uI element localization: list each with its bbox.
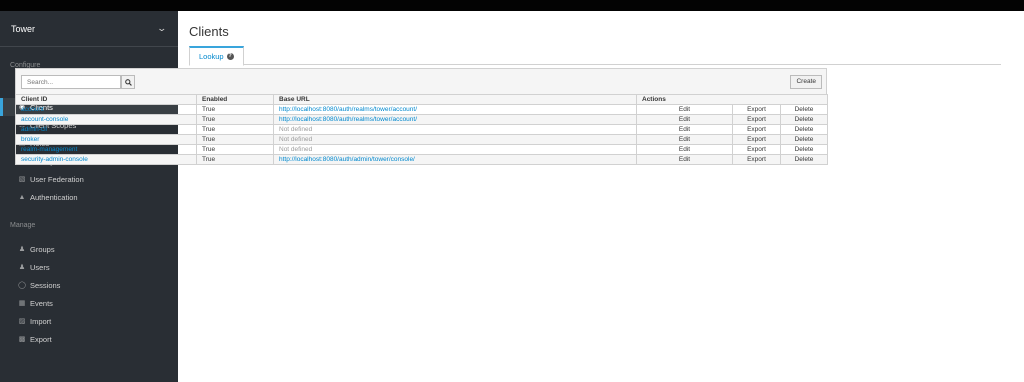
help-icon[interactable]: ? bbox=[226, 53, 234, 60]
export-button[interactable]: Export bbox=[732, 134, 781, 145]
base-url-cell: Not defined bbox=[273, 124, 637, 135]
export-button[interactable]: Export bbox=[732, 144, 781, 155]
sidebar-item-export[interactable]: ▩ Export bbox=[0, 330, 178, 348]
delete-button[interactable]: Delete bbox=[779, 124, 829, 135]
import-icon: ▨ bbox=[18, 318, 26, 325]
export-button[interactable]: Export bbox=[732, 104, 781, 115]
enabled-cell: True bbox=[196, 104, 274, 115]
enabled-cell: True bbox=[196, 154, 274, 165]
export-icon: ▩ bbox=[18, 336, 26, 343]
column-header-client-id: Client ID bbox=[15, 94, 197, 105]
edit-button[interactable]: Edit bbox=[636, 154, 733, 165]
export-button[interactable]: Export bbox=[732, 154, 781, 165]
top-navbar bbox=[0, 0, 1024, 11]
client-id-link[interactable]: admin-cli bbox=[15, 124, 197, 135]
enabled-cell: True bbox=[196, 134, 274, 145]
sidebar-item-groups[interactable]: ♟ Groups bbox=[0, 240, 178, 258]
search-button[interactable] bbox=[121, 75, 135, 89]
lock-icon: ▲ bbox=[18, 193, 26, 201]
sidebar-item-label: Sessions bbox=[30, 280, 61, 290]
sidebar-item-label: Export bbox=[30, 334, 52, 344]
table-row: account-console True http://localhost:8080… bbox=[15, 114, 829, 125]
export-button[interactable]: Export bbox=[732, 124, 781, 135]
client-id-link[interactable]: account bbox=[15, 104, 197, 115]
sidebar-item-label: Import bbox=[30, 316, 52, 326]
sidebar-item-label: Authentication bbox=[30, 192, 78, 202]
column-header-actions: Actions bbox=[635, 94, 829, 105]
table-toolbar: Create bbox=[15, 68, 827, 94]
edit-button[interactable]: Edit bbox=[636, 114, 733, 125]
enabled-cell: True bbox=[196, 124, 274, 135]
column-header-enabled: Enabled bbox=[196, 94, 274, 105]
delete-button[interactable]: Delete bbox=[779, 134, 829, 145]
table-row: security-admin-console True http://localho… bbox=[15, 154, 829, 165]
client-id-link[interactable]: realm-management bbox=[15, 144, 197, 155]
export-button[interactable]: Export bbox=[732, 114, 781, 125]
sidebar-item-label: User Federation bbox=[30, 174, 84, 184]
user-icon: ♟ bbox=[18, 264, 26, 271]
client-id-link[interactable]: account-console bbox=[15, 114, 197, 125]
base-url-cell[interactable]: http://localhost:8080/auth/admin/tower/c… bbox=[273, 154, 637, 165]
calendar-icon: ▦ bbox=[18, 300, 26, 307]
tab-bar: Lookup ? bbox=[189, 46, 1001, 66]
delete-button[interactable]: Delete bbox=[779, 144, 829, 155]
edit-button[interactable]: Edit bbox=[636, 124, 733, 135]
client-id-link[interactable]: security-admin-console bbox=[15, 154, 197, 165]
sidebar-item-authentication[interactable]: ▲ Authentication bbox=[0, 188, 178, 206]
realm-selector[interactable]: Tower ⌄ bbox=[0, 11, 178, 47]
tab-lookup[interactable]: Lookup ? bbox=[189, 46, 244, 66]
page-title: Clients bbox=[189, 24, 229, 39]
sidebar-item-sessions[interactable]: ◯ Sessions bbox=[0, 276, 178, 294]
sidebar: Tower ⌄ Configure ☰Realm Settings◉Client… bbox=[0, 11, 178, 382]
base-url-cell: Not defined bbox=[273, 134, 637, 145]
delete-button[interactable]: Delete bbox=[779, 104, 829, 115]
sidebar-item-user-federation[interactable]: ▧ User Federation bbox=[0, 170, 178, 188]
base-url-cell[interactable]: http://localhost:8080/auth/realms/tower/… bbox=[273, 104, 637, 115]
edit-button[interactable]: Edit bbox=[636, 144, 733, 155]
table-row: admin-cli True Not defined Edit Export Delete bbox=[15, 124, 829, 135]
search-input[interactable] bbox=[21, 75, 121, 89]
column-header-base-url: Base URL bbox=[273, 94, 637, 105]
client-id-link[interactable]: broker bbox=[15, 134, 197, 145]
chevron-down-icon: ⌄ bbox=[156, 23, 168, 33]
table-row: realm-management True Not defined Edit Expor… bbox=[15, 144, 829, 155]
main-content: Clients Lookup ? bbox=[178, 11, 1024, 382]
sidebar-item-label: Groups bbox=[30, 244, 55, 254]
table-header-row: Client ID Enabled Base URL Actions bbox=[15, 94, 829, 105]
clock-icon: ◯ bbox=[18, 282, 26, 289]
table-row: broker True Not defined Edit Export Delete bbox=[15, 134, 829, 145]
tab-lookup-label: Lookup bbox=[199, 52, 224, 61]
sidebar-item-users[interactable]: ♟ Users bbox=[0, 258, 178, 276]
sidebar-item-import[interactable]: ▨ Import bbox=[0, 312, 178, 330]
database-icon: ▧ bbox=[18, 176, 26, 183]
clients-table: Client ID Enabled Base URL Actions accou… bbox=[15, 94, 829, 165]
table-body: account True http://localhost:8080/auth/re… bbox=[15, 104, 829, 165]
realm-name: Tower bbox=[11, 23, 36, 34]
sidebar-item-events[interactable]: ▦ Events bbox=[0, 294, 178, 312]
edit-button[interactable]: Edit bbox=[636, 104, 733, 115]
sidebar-item-label: Events bbox=[30, 298, 53, 308]
enabled-cell: True bbox=[196, 114, 274, 125]
sidebar-item-label: Users bbox=[30, 262, 50, 272]
base-url-cell: Not defined bbox=[273, 144, 637, 155]
manage-nav: ♟ Groups ♟ Users ◯ Sessions ▦ Events ▨ Import ▩ Exp… bbox=[0, 240, 178, 348]
users-icon: ♟ bbox=[18, 246, 26, 253]
edit-button[interactable]: Edit bbox=[636, 134, 733, 145]
enabled-cell: True bbox=[196, 144, 274, 155]
delete-button[interactable]: Delete bbox=[779, 154, 829, 165]
delete-button[interactable]: Delete bbox=[779, 114, 829, 125]
base-url-cell[interactable]: http://localhost:8080/auth/realms/tower/… bbox=[273, 114, 637, 125]
manage-section-label: Manage bbox=[10, 222, 36, 229]
table-row: account True http://localhost:8080/auth/re… bbox=[15, 104, 829, 115]
search-icon bbox=[124, 78, 132, 86]
create-button[interactable]: Create bbox=[790, 75, 822, 89]
